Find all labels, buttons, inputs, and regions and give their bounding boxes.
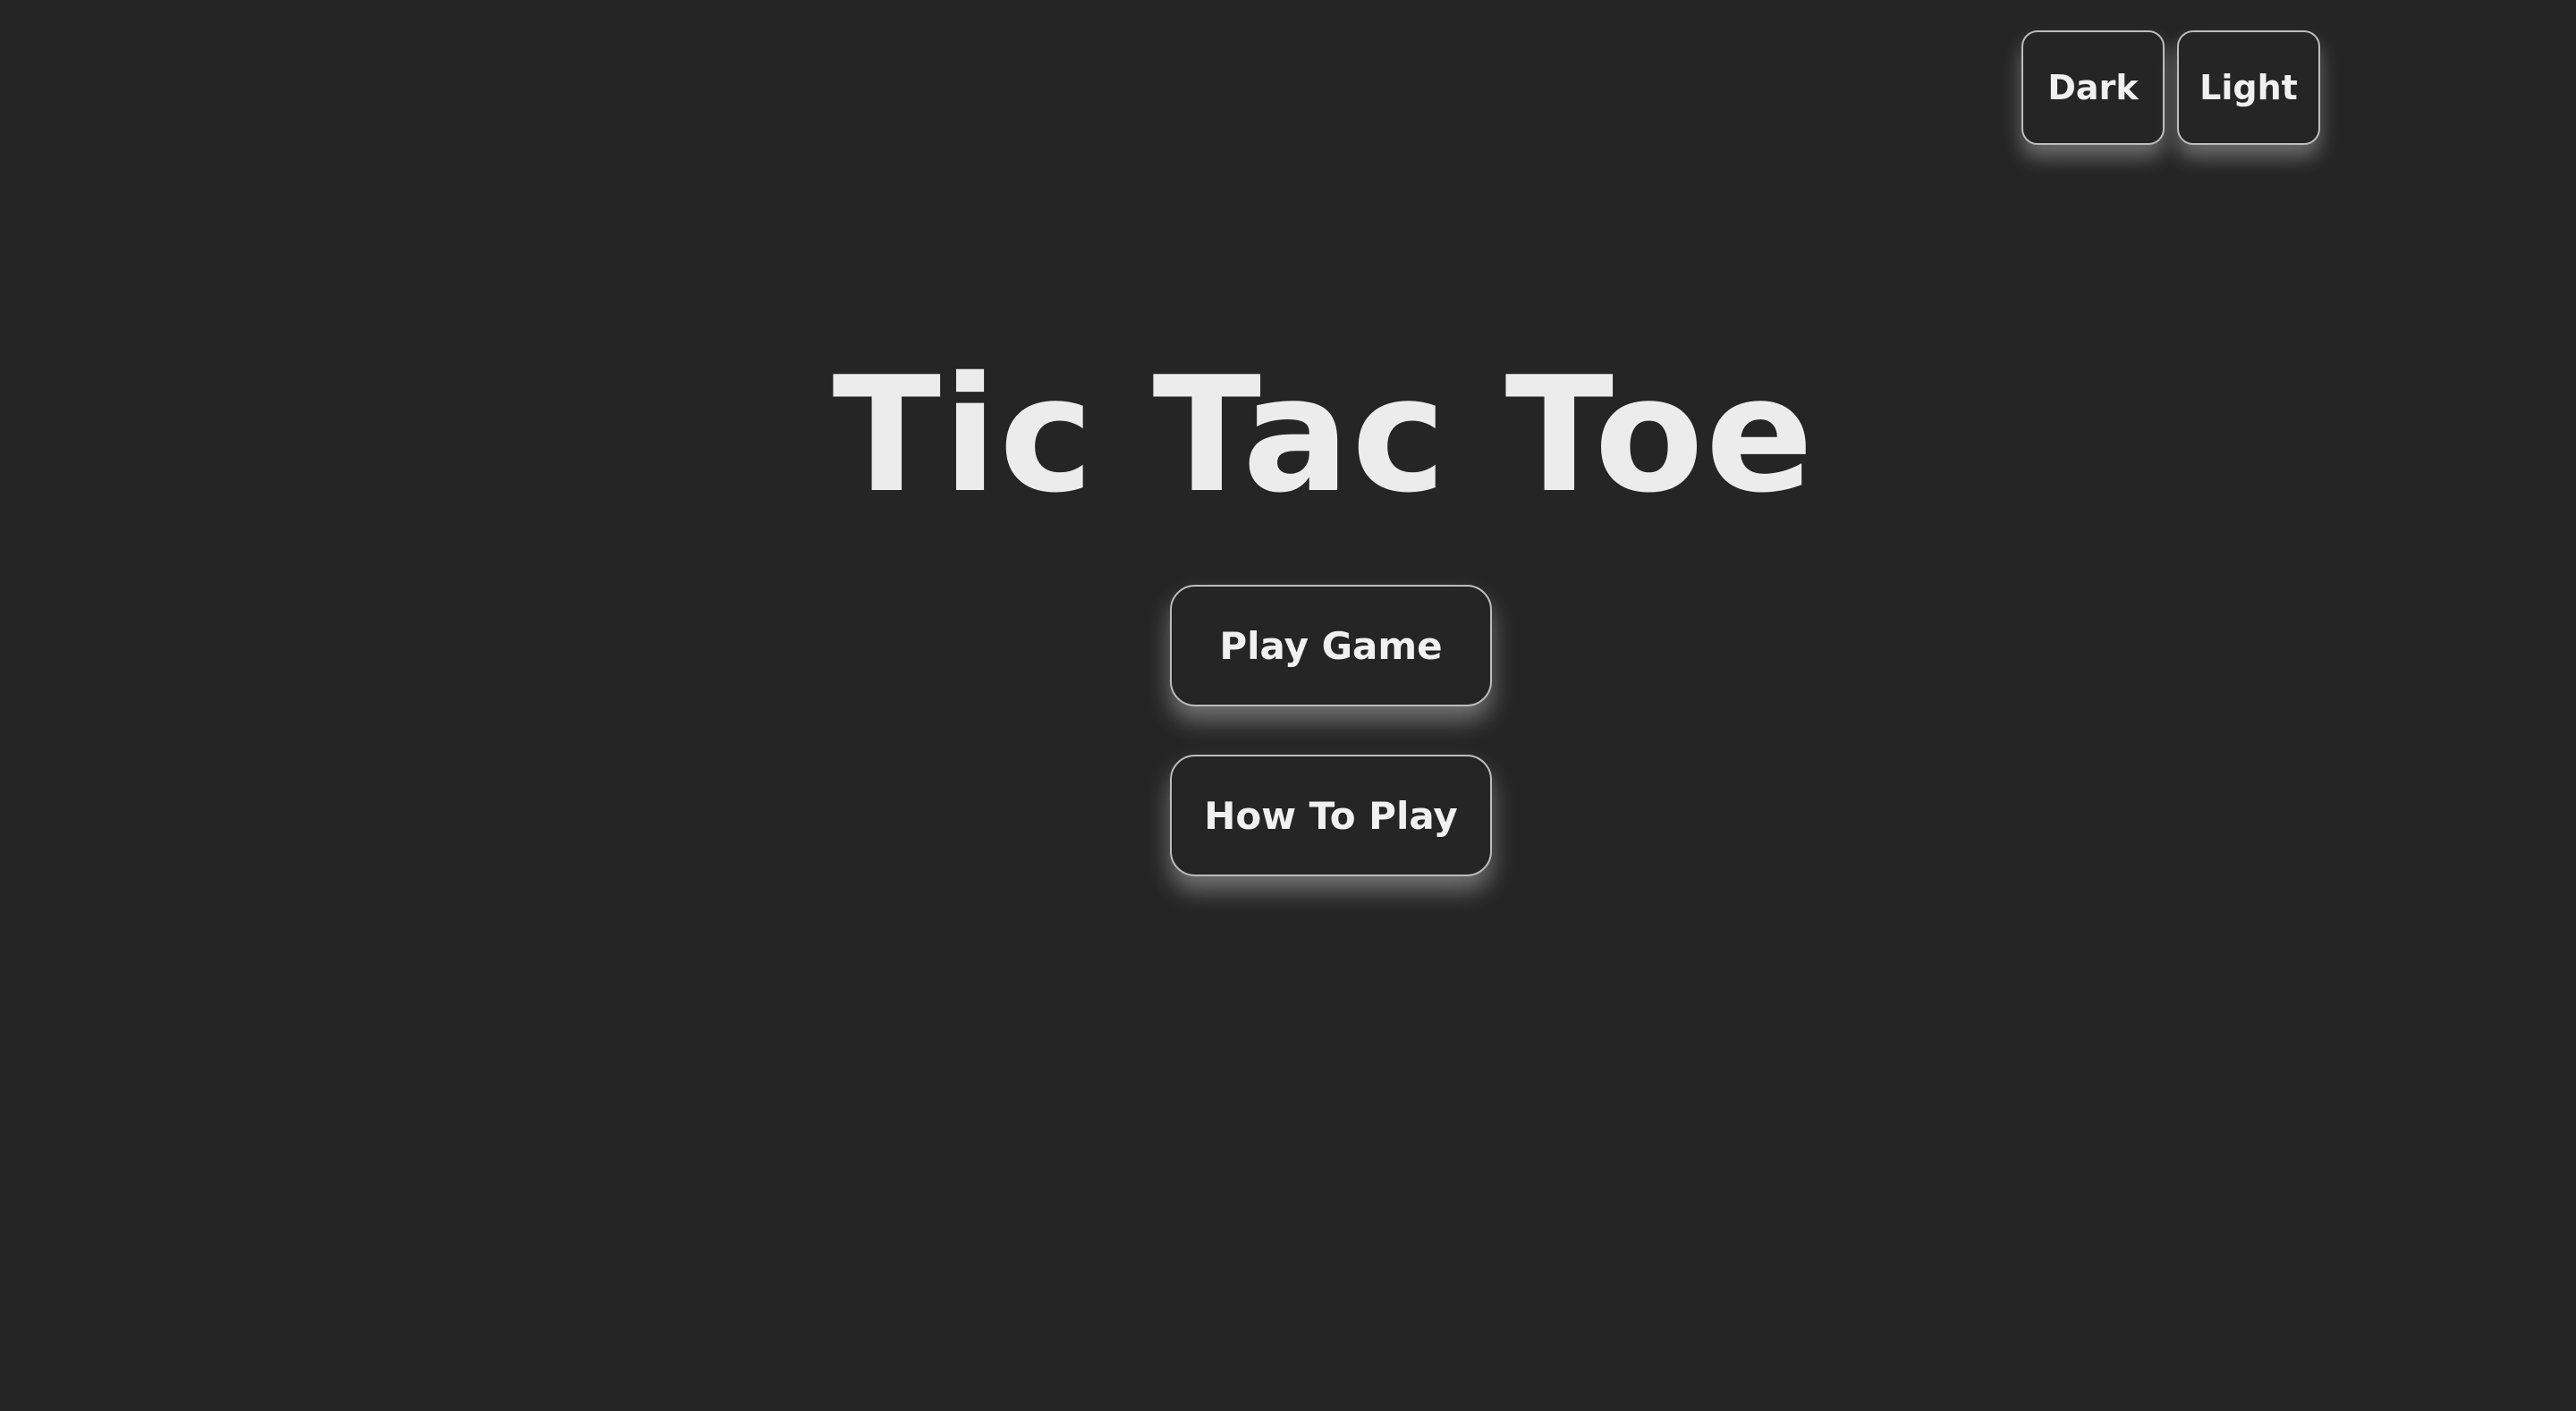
light-theme-button[interactable]: Light	[2177, 30, 2320, 145]
play-game-button[interactable]: Play Game	[1170, 585, 1492, 706]
dark-theme-button[interactable]: Dark	[2021, 30, 2165, 145]
page: Dark Light Tic Tac Toe Play Game How To …	[0, 0, 2576, 1411]
how-to-play-button[interactable]: How To Play	[1170, 755, 1492, 876]
theme-toggle: Dark Light	[2021, 30, 2320, 145]
game-title: Tic Tac Toe	[832, 342, 1816, 528]
main-menu: Play Game How To Play	[1170, 585, 1492, 876]
